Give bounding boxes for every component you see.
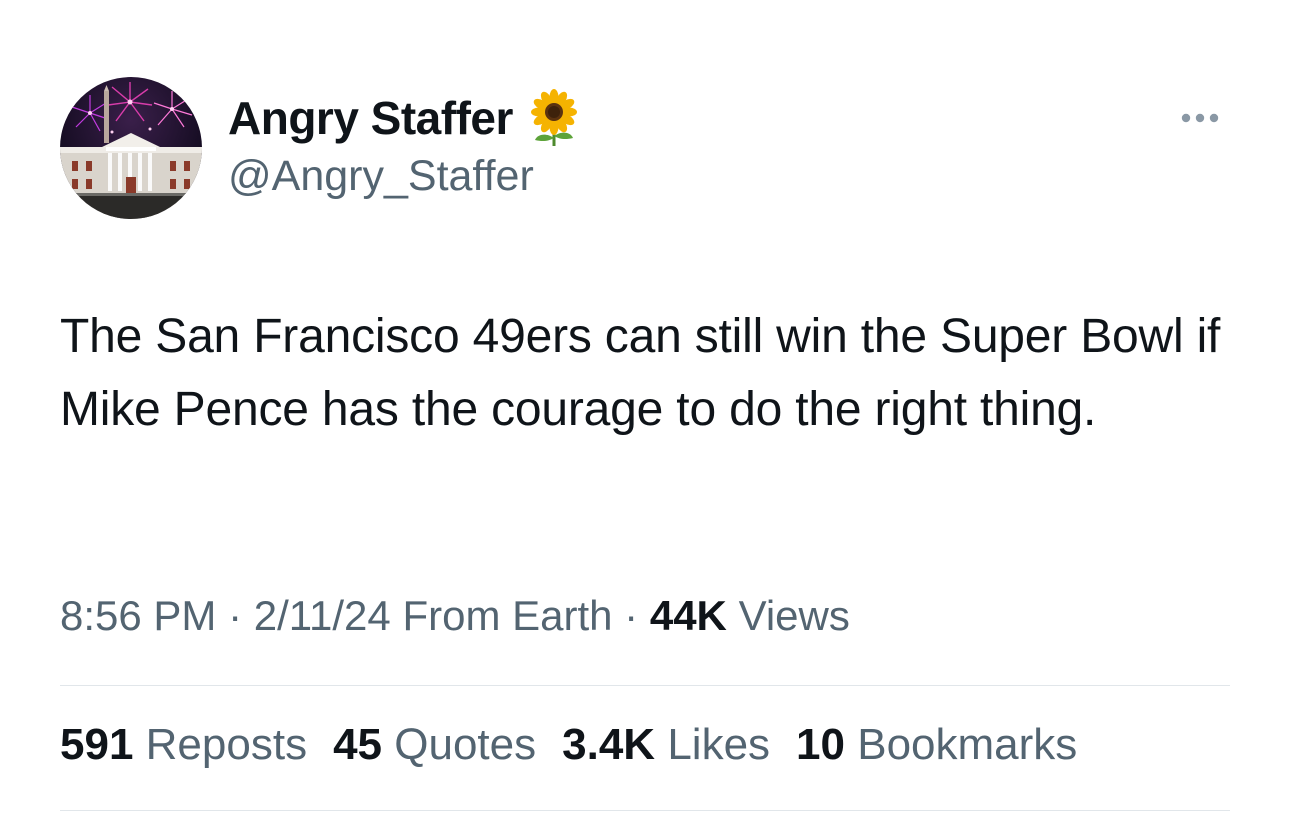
quotes-stat[interactable]: 45 Quotes: [333, 720, 536, 770]
likes-count: 3.4K: [562, 720, 656, 769]
views-label: Views: [738, 592, 850, 639]
divider: [60, 810, 1230, 811]
divider: [60, 685, 1230, 686]
reposts-stat[interactable]: 591 Reposts: [60, 720, 307, 770]
quotes-label: Quotes: [394, 720, 537, 769]
meta-separator: ·: [624, 592, 639, 639]
tweet-meta: 8:56 PM · 2/11/24 From Earth · 44K Views: [60, 592, 850, 640]
quotes-count: 45: [333, 720, 383, 769]
author-handle[interactable]: @Angry_Staffer: [228, 152, 534, 201]
more-options-button[interactable]: [1172, 100, 1228, 136]
more-horizontal-icon: [1181, 113, 1219, 123]
tweet-date[interactable]: 2/11/24: [254, 592, 391, 639]
reposts-count: 591: [60, 720, 134, 769]
sunflower-icon: [530, 89, 577, 146]
meta-separator: ·: [228, 592, 243, 639]
white-house-fireworks-avatar: [60, 77, 202, 219]
author-name-row: Angry Staffer: [228, 88, 581, 148]
bookmarks-stat[interactable]: 10 Bookmarks: [796, 720, 1077, 770]
tweet-text: The San Francisco 49ers can still win th…: [60, 310, 1221, 436]
bookmarks-label: Bookmarks: [857, 720, 1078, 769]
tweet-time[interactable]: 8:56 PM: [60, 592, 216, 639]
likes-label: Likes: [667, 720, 771, 769]
author-display-name[interactable]: Angry Staffer: [228, 91, 513, 145]
reposts-label: Reposts: [145, 720, 308, 769]
tweet-source: From Earth: [402, 592, 613, 639]
tweet-detail: Angry Staffer @Angry_Staffer The San Fra…: [0, 0, 1290, 840]
engagement-stats: 591 Reposts 45 Quotes 3.4K Likes 10 Book…: [60, 720, 1077, 770]
views-count: 44K: [649, 592, 727, 639]
avatar[interactable]: [60, 77, 202, 219]
likes-stat[interactable]: 3.4K Likes: [562, 720, 770, 770]
bookmarks-count: 10: [796, 720, 845, 769]
